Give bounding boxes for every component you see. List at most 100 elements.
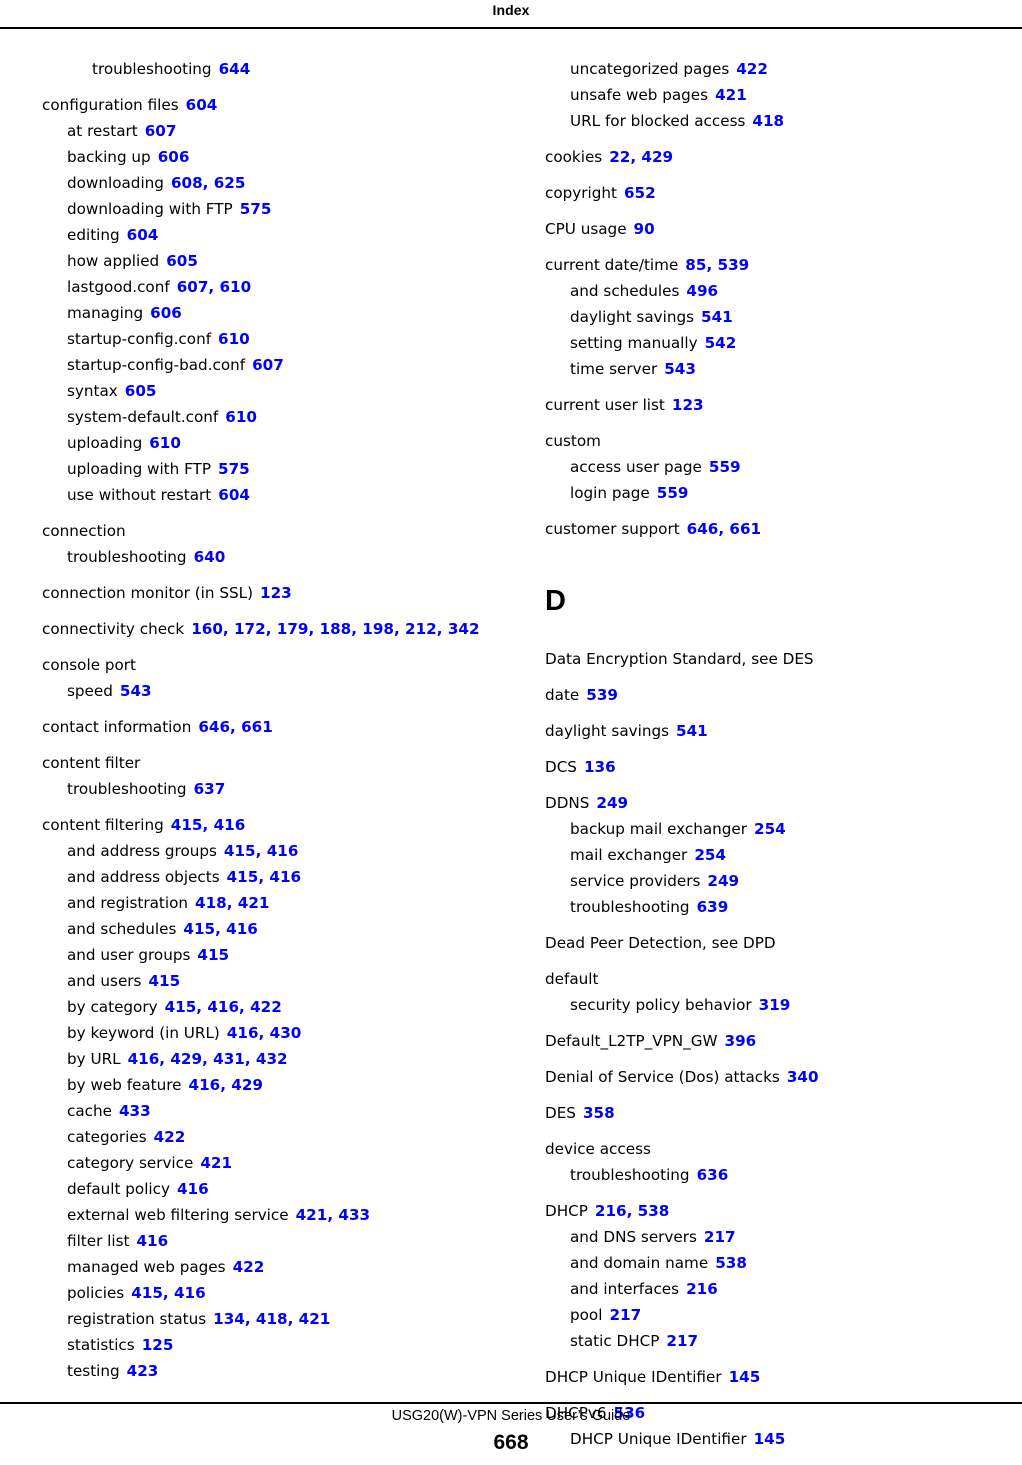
index-entry-page-refs[interactable]: 637 [194,780,226,798]
page-ref[interactable]: 136 [584,758,616,776]
page-ref[interactable]: 575 [218,460,250,478]
page-ref[interactable]: 416 [177,1180,209,1198]
page-ref[interactable]: 319 [759,996,791,1014]
page-ref[interactable]: 421 [238,894,270,912]
page-ref[interactable]: 433 [338,1206,370,1224]
index-entry-page-refs[interactable]: 160, 172, 179, 188, 198, 212, 342 [191,620,479,638]
index-entry-page-refs[interactable]: 605 [125,382,157,400]
index-entry-page-refs[interactable]: 415 [197,946,229,964]
page-ref[interactable]: 429 [231,1076,263,1094]
page-ref[interactable]: 429 [170,1050,202,1068]
index-entry-page-refs[interactable]: 646, 661 [687,520,761,538]
page-ref[interactable]: 217 [609,1306,641,1324]
page-ref[interactable]: 610 [149,434,181,452]
page-ref[interactable]: 145 [729,1368,761,1386]
page-ref[interactable]: 415 [183,920,215,938]
index-entry-page-refs[interactable]: 416, 429, 431, 432 [128,1050,288,1068]
page-ref[interactable]: 542 [705,334,737,352]
page-ref[interactable]: 607 [252,356,284,374]
index-entry-page-refs[interactable]: 607 [252,356,284,374]
page-ref[interactable]: 625 [214,174,246,192]
index-entry-page-refs[interactable]: 217 [609,1306,641,1324]
page-ref[interactable]: 422 [736,60,768,78]
page-ref[interactable]: 342 [448,620,480,638]
index-entry-page-refs[interactable]: 216 [686,1280,718,1298]
index-entry-page-refs[interactable]: 421 [715,86,747,104]
index-entry-page-refs[interactable]: 134, 418, 421 [213,1310,330,1328]
page-ref[interactable]: 415 [171,816,203,834]
page-ref[interactable]: 608 [171,174,203,192]
page-ref[interactable]: 415 [165,998,197,1016]
page-ref[interactable]: 418 [195,894,227,912]
page-ref[interactable]: 432 [256,1050,288,1068]
index-entry-page-refs[interactable]: 416 [136,1232,168,1250]
index-entry-page-refs[interactable]: 415, 416, 422 [165,998,282,1016]
page-ref[interactable]: 646 [198,718,230,736]
page-ref[interactable]: 604 [186,96,218,114]
index-entry-page-refs[interactable]: 542 [705,334,737,352]
page-ref[interactable]: 134 [213,1310,245,1328]
index-entry-page-refs[interactable]: 254 [754,820,786,838]
page-ref[interactable]: 415 [197,946,229,964]
index-entry-page-refs[interactable]: 610 [225,408,257,426]
index-entry-page-refs[interactable]: 539 [586,686,618,704]
index-entry-page-refs[interactable]: 604 [186,96,218,114]
index-entry-page-refs[interactable]: 217 [666,1332,698,1350]
index-entry-page-refs[interactable]: 421 [200,1154,232,1172]
index-entry-page-refs[interactable]: 85, 539 [685,256,749,274]
page-ref[interactable]: 644 [219,60,251,78]
page-ref[interactable]: 422 [154,1128,186,1146]
page-ref[interactable]: 433 [119,1102,151,1120]
index-entry-page-refs[interactable]: 604 [218,486,250,504]
page-ref[interactable]: 125 [142,1336,174,1354]
index-entry-page-refs[interactable]: 608, 625 [171,174,245,192]
index-entry-page-refs[interactable]: 254 [694,846,726,864]
index-entry-page-refs[interactable]: 640 [194,548,226,566]
page-ref[interactable]: 418 [752,112,784,130]
index-entry-page-refs[interactable]: 559 [709,458,741,476]
page-ref[interactable]: 160 [191,620,223,638]
page-ref[interactable]: 415 [227,868,259,886]
page-ref[interactable]: 606 [150,304,182,322]
index-entry-page-refs[interactable]: 607 [145,122,177,140]
index-entry-page-refs[interactable]: 217 [704,1228,736,1246]
index-entry-page-refs[interactable]: 415, 416 [131,1284,205,1302]
index-entry-page-refs[interactable]: 319 [759,996,791,1014]
page-ref[interactable]: 421 [200,1154,232,1172]
index-entry-page-refs[interactable]: 422 [233,1258,265,1276]
index-entry-page-refs[interactable]: 145 [729,1368,761,1386]
page-ref[interactable]: 422 [250,998,282,1016]
page-ref[interactable]: 358 [583,1104,615,1122]
page-ref[interactable]: 539 [718,256,750,274]
index-entry-page-refs[interactable]: 415, 416 [227,868,301,886]
index-entry-page-refs[interactable]: 415 [148,972,180,990]
page-ref[interactable]: 610 [225,408,257,426]
page-ref[interactable]: 416 [226,920,258,938]
page-ref[interactable]: 179 [277,620,309,638]
index-entry-page-refs[interactable]: 605 [166,252,198,270]
page-ref[interactable]: 90 [634,220,655,238]
index-entry-page-refs[interactable]: 610 [149,434,181,452]
page-ref[interactable]: 538 [638,1202,670,1220]
page-ref[interactable]: 604 [218,486,250,504]
index-entry-page-refs[interactable]: 123 [672,396,704,414]
index-entry-page-refs[interactable]: 433 [119,1102,151,1120]
index-entry-page-refs[interactable]: 123 [260,584,292,602]
page-ref[interactable]: 636 [697,1166,729,1184]
page-ref[interactable]: 639 [697,898,729,916]
index-entry-page-refs[interactable]: 416, 429 [189,1076,263,1094]
page-ref[interactable]: 559 [709,458,741,476]
page-ref[interactable]: 415 [148,972,180,990]
page-ref[interactable]: 607 [145,122,177,140]
page-ref[interactable]: 605 [166,252,198,270]
index-entry-page-refs[interactable]: 541 [701,308,733,326]
index-entry-page-refs[interactable]: 358 [583,1104,615,1122]
page-ref[interactable]: 249 [707,872,739,890]
page-ref[interactable]: 22 [609,148,630,166]
index-entry-page-refs[interactable]: 538 [715,1254,747,1272]
index-entry-page-refs[interactable]: 606 [150,304,182,322]
page-ref[interactable]: 421 [715,86,747,104]
page-ref[interactable]: 661 [241,718,273,736]
page-ref[interactable]: 431 [213,1050,245,1068]
index-entry-page-refs[interactable]: 646, 661 [198,718,272,736]
